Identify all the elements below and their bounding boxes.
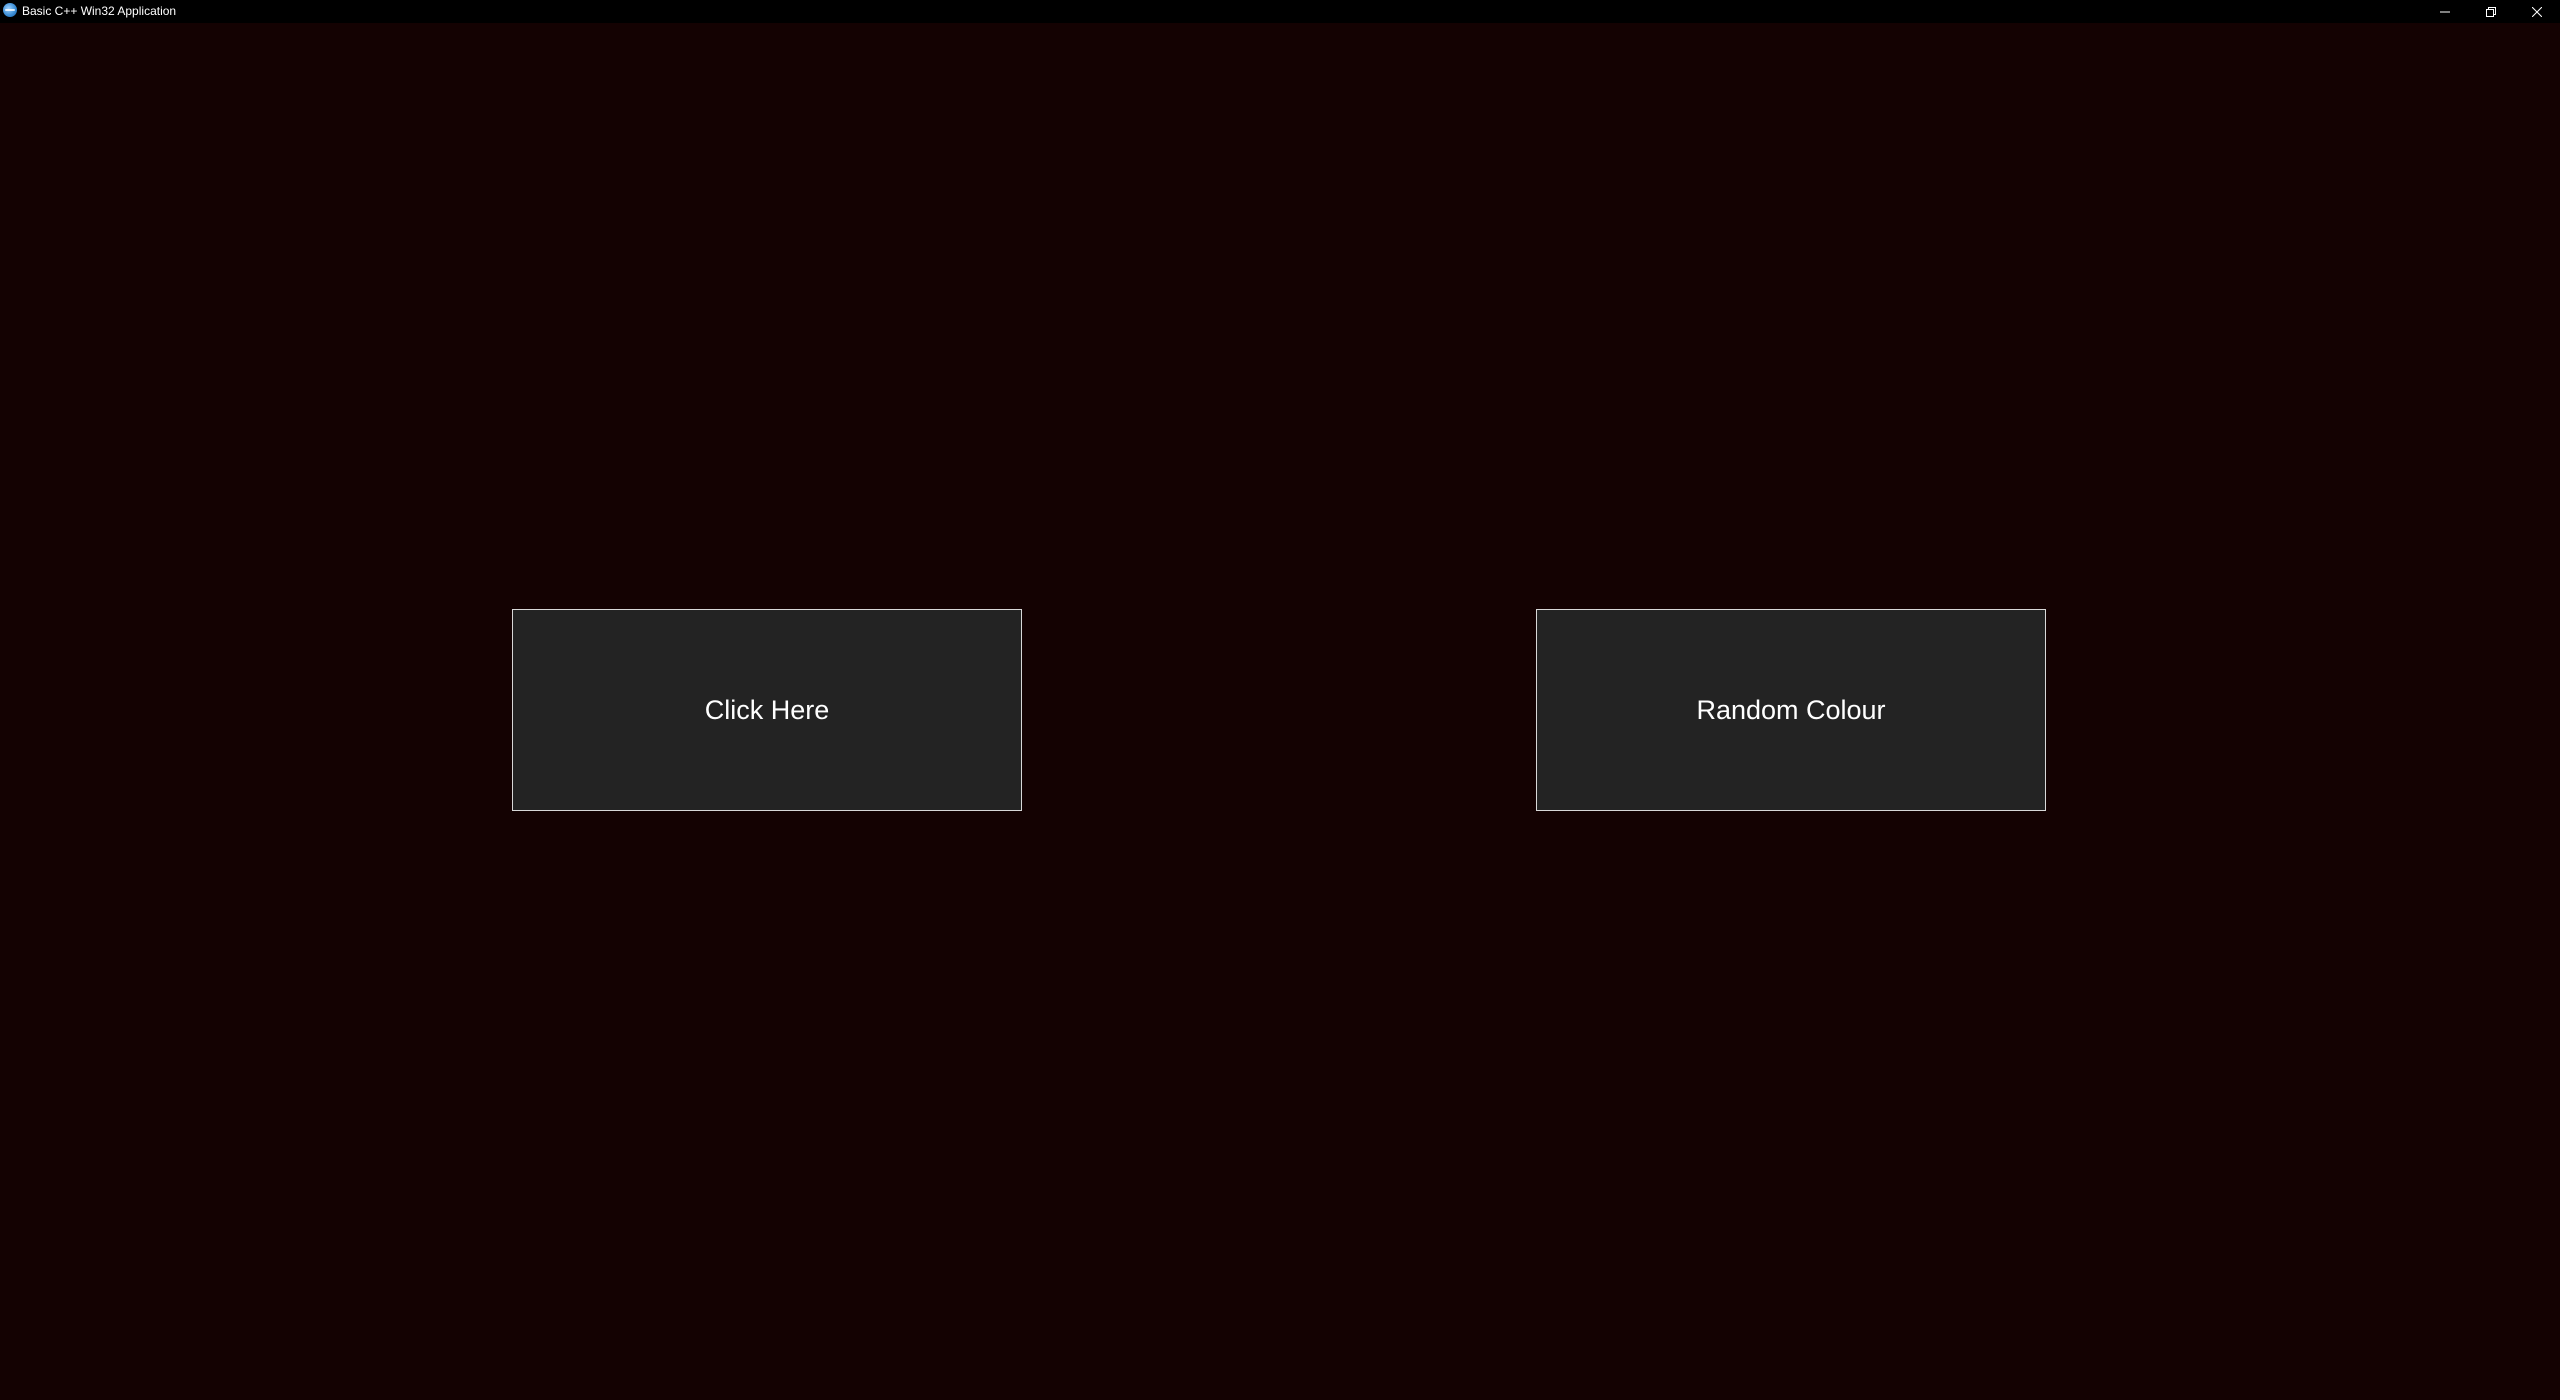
title-bar[interactable]: Basic C++ Win32 Application xyxy=(0,0,2560,23)
minimize-button[interactable] xyxy=(2422,0,2468,23)
restore-icon xyxy=(2486,6,2496,17)
app-globe-icon xyxy=(3,3,17,17)
client-area: Click Here Random Colour xyxy=(0,23,2560,1400)
close-icon xyxy=(2532,6,2542,17)
random-colour-button[interactable]: Random Colour xyxy=(1536,609,2046,811)
window-title: Basic C++ Win32 Application xyxy=(22,4,177,18)
click-here-button[interactable]: Click Here xyxy=(512,609,1022,811)
close-button[interactable] xyxy=(2514,0,2560,23)
restore-button[interactable] xyxy=(2468,0,2514,23)
window-controls xyxy=(2422,0,2560,23)
app-window: Basic C++ Win32 Application Click Here R… xyxy=(0,0,2560,1400)
minimize-icon xyxy=(2440,11,2450,12)
